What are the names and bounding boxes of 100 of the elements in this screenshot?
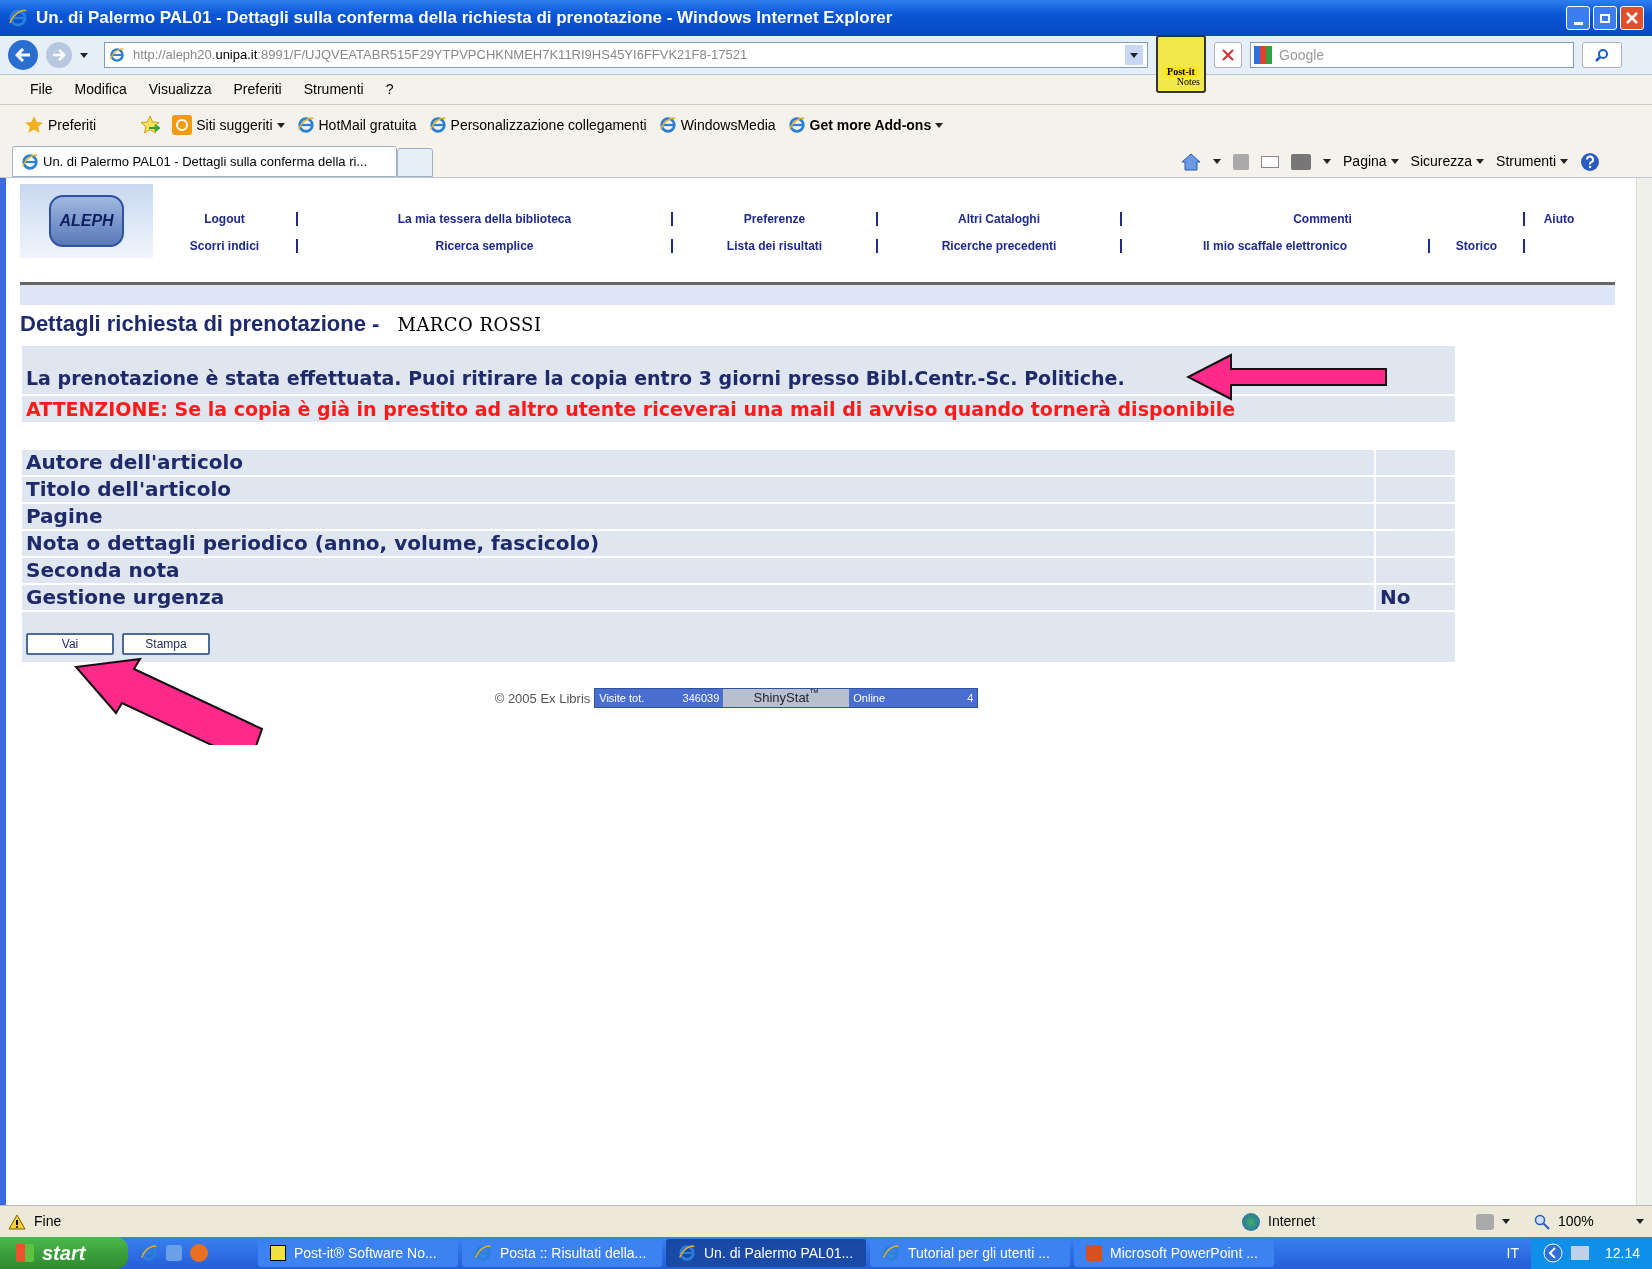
caret-icon xyxy=(1213,159,1221,164)
search-engine-icon xyxy=(1254,46,1272,64)
counter-value: 4 xyxy=(967,690,974,706)
nav-link[interactable]: Scorri indici xyxy=(153,237,296,255)
caret-icon xyxy=(1502,1219,1510,1224)
close-icon xyxy=(1222,49,1234,61)
counter-label: Visite tot. xyxy=(599,690,645,706)
field-label: Titolo dell'articolo xyxy=(22,477,1374,502)
aleph-logo: ALEPH xyxy=(20,184,153,258)
caret-icon xyxy=(1636,1219,1644,1224)
caret-icon xyxy=(1130,52,1138,58)
menu-item[interactable]: File xyxy=(30,79,53,100)
nav-link[interactable]: Ricerca semplice xyxy=(298,237,671,255)
field-label: Pagine xyxy=(22,504,1374,529)
caret-icon xyxy=(1390,159,1399,164)
command-menu[interactable]: Strumenti xyxy=(1496,151,1568,172)
caret-icon xyxy=(1476,159,1485,164)
field-label: Seconda nota xyxy=(22,558,1374,583)
sticky-note-badge[interactable]: Post-it Notes xyxy=(1156,35,1206,93)
browser-e-icon xyxy=(296,116,315,134)
windows-logo-icon xyxy=(16,1244,34,1262)
stop-button[interactable] xyxy=(1214,42,1242,68)
command-menu[interactable]: Pagina xyxy=(1343,151,1399,172)
clock: 12.14 xyxy=(1604,1243,1640,1263)
browser-e-icon xyxy=(8,8,28,28)
status-text: Fine xyxy=(34,1212,63,1231)
taskbar-button[interactable]: Posta :: Risultati della... xyxy=(462,1239,662,1267)
zoom-level[interactable]: 100% xyxy=(1558,1211,1628,1232)
language-indicator[interactable]: IT xyxy=(1494,1242,1531,1264)
caret-icon xyxy=(276,122,285,128)
address-field[interactable]: http://aleph20.unipa.it:8991/F/UJQVEATABR515F29YTPVPCHKNMEH7K11RI9HS45YI6FFVK21F8-17521 xyxy=(104,42,1148,68)
forward-arrow-icon xyxy=(52,49,66,61)
browser-e-icon xyxy=(428,116,447,134)
expand-icon[interactable] xyxy=(1542,1243,1563,1263)
menu-item[interactable]: ? xyxy=(385,79,394,100)
mail-icon[interactable] xyxy=(1261,155,1279,168)
menu-item[interactable]: Preferiti xyxy=(233,79,282,100)
favorites-link[interactable]: Siti suggeriti xyxy=(172,114,285,136)
browser-e-icon xyxy=(658,116,677,134)
nav-link[interactable]: Altri Cataloghi xyxy=(878,210,1120,228)
search-button[interactable] xyxy=(1582,42,1622,68)
add-favorite-icon[interactable] xyxy=(140,115,161,135)
url-text: http://aleph20.unipa.it:8991/F/UJQVEATABR515F29YTPVPCHKNMEH7K11RI9HS45YI6FFVK21F8-17521 xyxy=(133,47,748,63)
taskbar-button[interactable]: Post-it® Software No... xyxy=(258,1239,458,1267)
caret-icon xyxy=(935,122,944,128)
caret-icon xyxy=(1323,159,1331,164)
browser-e-icon xyxy=(787,116,806,134)
security-zone: Internet xyxy=(1268,1212,1317,1231)
close-button[interactable] xyxy=(1620,6,1644,30)
back-arrow-icon xyxy=(15,48,31,62)
home-icon[interactable] xyxy=(1181,152,1201,171)
favorites-link[interactable]: WindowsMedia xyxy=(658,114,776,136)
restore-button[interactable] xyxy=(1593,6,1617,30)
menu-item[interactable]: Visualizza xyxy=(148,79,212,100)
field-label: Autore dell'articolo xyxy=(22,450,1374,475)
user-name: MARCO ROSSI xyxy=(397,313,542,337)
nav-link[interactable]: Lista dei risultati xyxy=(673,237,876,255)
caret-icon xyxy=(1560,159,1568,164)
nav-link[interactable]: Il mio scaffale elettronico xyxy=(1122,237,1428,255)
form-button[interactable]: Vai xyxy=(26,633,114,655)
browser-tab[interactable]: Un. di Palermo PAL01 - Dettagli sulla conferma della ri... xyxy=(12,146,397,177)
field-label: Nota o dettagli periodico (anno, volume, fascicolo) xyxy=(22,531,1374,556)
taskbar-button[interactable]: Tutorial per gli utenti ... xyxy=(870,1239,1070,1267)
nav-link[interactable]: Preferenze xyxy=(673,210,876,228)
favorites-link[interactable]: Personalizzazione collegamenti xyxy=(428,114,647,136)
warning-message: ATTENZIONE: Se la copia è già in prestito ad altro utente riceverai una mail di avviso quando tornerà disponibile xyxy=(26,396,1236,422)
taskbar-button[interactable]: Microsoft PowerPoint ... xyxy=(1074,1239,1274,1267)
form-button[interactable]: Stampa xyxy=(122,633,210,655)
nav-link[interactable]: Commenti xyxy=(1122,210,1523,228)
star-icon xyxy=(24,115,44,135)
back-button[interactable] xyxy=(8,40,38,70)
note-icon xyxy=(270,1245,286,1261)
browser-e-icon xyxy=(21,152,39,171)
nav-link[interactable]: Logout xyxy=(153,210,296,228)
menu-item[interactable]: Modifica xyxy=(74,79,127,100)
nav-link[interactable]: Storico xyxy=(1430,237,1523,255)
close-icon xyxy=(1626,12,1638,24)
browser-e-icon xyxy=(678,1244,696,1262)
counter-value: 346039 xyxy=(682,690,720,706)
browser-e-icon xyxy=(140,1244,158,1262)
nav-link[interactable]: La mia tessera della biblioteca xyxy=(298,210,671,228)
presentation-icon xyxy=(1086,1245,1102,1261)
favorites-button[interactable]: Preferiti xyxy=(48,114,97,136)
warning-icon xyxy=(8,1213,26,1230)
search-field[interactable]: Google xyxy=(1250,42,1574,68)
help-icon[interactable] xyxy=(1580,151,1600,172)
window-title: Un. di Palermo PAL01 - Dettagli sulla conferma della richiesta di prenotazione - Windows Internet Explorer xyxy=(36,7,894,30)
minimize-button[interactable] xyxy=(1566,6,1590,30)
favorites-link[interactable]: Get more Add-ons xyxy=(787,114,944,136)
browser-e-icon xyxy=(882,1244,900,1262)
menu-item[interactable]: Strumenti xyxy=(303,79,364,100)
command-menu[interactable]: Sicurezza xyxy=(1410,151,1485,172)
caret-icon xyxy=(80,52,88,58)
nav-link[interactable]: Ricerche precedenti xyxy=(878,237,1120,255)
scrollbar[interactable] xyxy=(1636,178,1652,1205)
favorites-link[interactable]: HotMail gratuita xyxy=(296,114,417,136)
field-value: No xyxy=(1376,585,1455,610)
taskbar-button[interactable]: Un. di Palermo PAL01... xyxy=(666,1239,866,1267)
nav-link[interactable]: Aiuto xyxy=(1525,210,1593,228)
counter-brand: ShinyStat$^{™}$ xyxy=(723,689,850,707)
